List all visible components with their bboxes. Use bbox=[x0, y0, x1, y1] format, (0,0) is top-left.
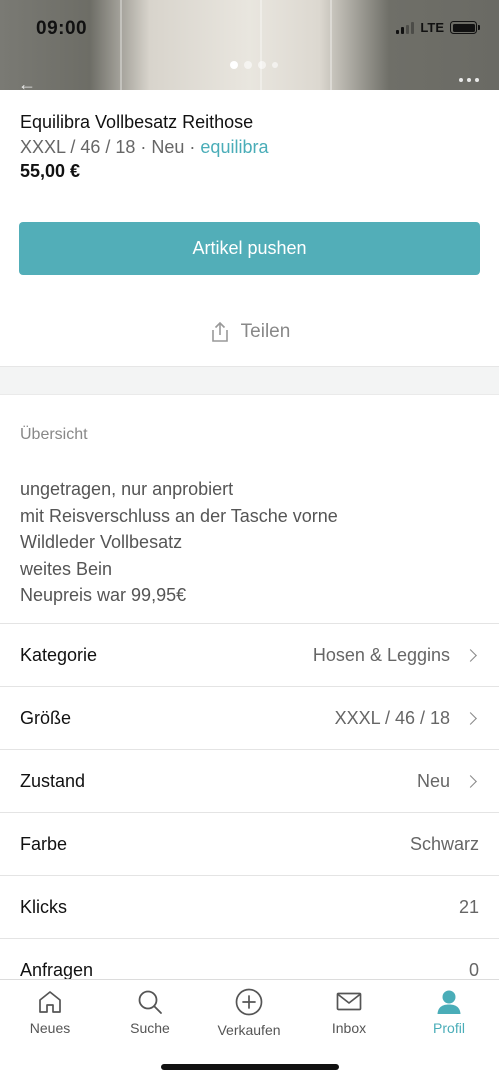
detail-row-size[interactable]: Größe XXXL / 46 / 18 bbox=[0, 686, 499, 749]
tab-suche[interactable]: Suche bbox=[100, 988, 200, 1036]
mail-icon bbox=[336, 992, 362, 1011]
tab-inbox[interactable]: Inbox bbox=[299, 988, 399, 1036]
status-indicators: LTE bbox=[396, 20, 480, 35]
search-icon bbox=[138, 990, 162, 1014]
detail-label: Anfragen bbox=[20, 959, 94, 980]
detail-value: 0 bbox=[468, 959, 479, 980]
item-description: ungetragen, nur anprobiert mit Reisversc… bbox=[20, 476, 338, 609]
home-indicator bbox=[161, 1064, 339, 1070]
detail-row-condition[interactable]: Zustand Neu bbox=[0, 749, 499, 812]
more-options-icon[interactable] bbox=[459, 78, 479, 82]
tab-label: Profil bbox=[433, 1020, 465, 1036]
share-button[interactable]: Teilen bbox=[0, 314, 499, 350]
user-icon bbox=[437, 990, 461, 1014]
plus-circle-icon bbox=[235, 988, 263, 1016]
detail-row-category[interactable]: Kategorie Hosen & Leggins bbox=[0, 623, 499, 686]
tab-verkaufen[interactable]: Verkaufen bbox=[199, 988, 299, 1038]
detail-label: Klicks bbox=[20, 896, 68, 917]
detail-label: Größe bbox=[20, 707, 72, 728]
detail-label: Kategorie bbox=[20, 644, 98, 665]
push-item-button[interactable]: Artikel pushen bbox=[19, 222, 480, 275]
detail-value: 21 bbox=[458, 896, 479, 917]
detail-row-color: Farbe Schwarz bbox=[0, 812, 499, 875]
tab-label: Suche bbox=[130, 1020, 170, 1036]
details-list: Kategorie Hosen & Leggins Größe XXXL / 4… bbox=[0, 623, 499, 1001]
share-icon bbox=[211, 321, 228, 342]
tab-label: Inbox bbox=[331, 1020, 367, 1036]
description-line: weites Bein bbox=[20, 558, 113, 579]
detail-value: Schwarz bbox=[409, 833, 479, 854]
tab-neues[interactable]: Neues bbox=[0, 988, 100, 1036]
status-time: 09:00 bbox=[36, 18, 88, 39]
overview-heading: Übersicht bbox=[20, 426, 88, 443]
chevron-right-icon bbox=[464, 774, 477, 788]
back-arrow-icon[interactable]: ← bbox=[18, 74, 36, 90]
detail-value: Neu bbox=[416, 770, 450, 791]
description-line: Neupreis war 99,95€ bbox=[20, 585, 187, 605]
photo-pager bbox=[230, 61, 278, 69]
chevron-right-icon bbox=[464, 648, 477, 662]
item-photo[interactable]: 09:00 LTE ← bbox=[0, 0, 499, 90]
tab-label: Neues bbox=[29, 1020, 71, 1036]
signal-icon bbox=[396, 21, 415, 34]
description-line: ungetragen, nur anprobiert bbox=[20, 479, 234, 499]
detail-label: Zustand bbox=[20, 770, 86, 791]
item-subtitle: XXXL / 46 / 18 · Neu · equilibra bbox=[20, 137, 268, 158]
network-label: LTE bbox=[420, 20, 444, 35]
detail-value: XXXL / 46 / 18 bbox=[334, 707, 450, 728]
item-brand-link[interactable]: equilibra bbox=[200, 137, 268, 157]
detail-row-clicks: Klicks 21 bbox=[0, 875, 499, 938]
tab-label: Verkaufen bbox=[217, 1022, 281, 1038]
description-line: mit Reisverschluss an der Tasche vorne bbox=[20, 505, 338, 526]
chevron-right-icon bbox=[464, 711, 477, 725]
battery-icon bbox=[450, 21, 480, 34]
tab-profil[interactable]: Profil bbox=[399, 988, 499, 1036]
detail-label: Farbe bbox=[20, 833, 68, 854]
share-label: Teilen bbox=[240, 321, 291, 342]
item-title: Equilibra Vollbesatz Reithose bbox=[20, 112, 254, 132]
item-size-condition: XXXL / 46 / 18 · Neu · bbox=[20, 137, 201, 157]
detail-value: Hosen & Leggins bbox=[312, 644, 450, 665]
home-icon bbox=[39, 991, 61, 1013]
section-divider bbox=[0, 366, 499, 395]
item-price: 55,00 € bbox=[20, 161, 81, 181]
description-line: Wildleder Vollbesatz bbox=[20, 532, 183, 552]
